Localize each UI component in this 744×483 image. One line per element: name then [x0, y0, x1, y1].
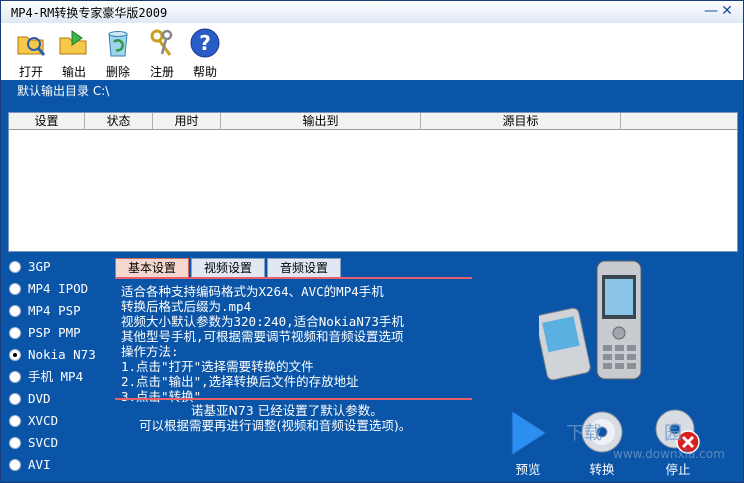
svg-text:?: ?: [199, 31, 211, 55]
watermark-url: www.downxia.com: [613, 447, 725, 461]
device-label: DVD: [28, 391, 51, 406]
close-button[interactable]: ✕: [719, 3, 735, 19]
help-label: 帮助: [192, 65, 217, 79]
column-header[interactable]: 用时: [153, 113, 221, 129]
device-label: SVCD: [28, 435, 59, 450]
toolbar: 打开 输出 删除 注册 ? 帮助: [1, 23, 743, 80]
device-option-avi[interactable]: AVI: [9, 455, 119, 475]
output-directory-text: 默认输出目录 C:\: [17, 84, 110, 98]
device-note: 诺基亚N73 已经设置了默认参数。: [191, 403, 383, 418]
open-folder-icon: [17, 36, 46, 56]
device-label: XVCD: [28, 413, 59, 428]
tab-basic-settings[interactable]: 基本设置: [115, 258, 189, 277]
info-line: 3.点击"转换": [121, 389, 202, 404]
app-window: MP4-RM转换专家豪华版2009 — ✕ 打开 输出 删除 注册 ? 帮助 默…: [0, 0, 744, 483]
divider-top: [115, 277, 472, 279]
divider-bottom: [115, 398, 472, 400]
output-directory-bar: 默认输出目录 C:\: [1, 80, 743, 112]
nokia-phone-image: [539, 260, 642, 381]
device-option-xvcd[interactable]: XVCD: [9, 411, 119, 431]
info-line: 操作方法:: [121, 344, 179, 359]
device-list: 3GP MP4 IPOD MP4 PSP PSP PMP Nokia N73 手…: [9, 257, 119, 477]
watermark-text: 下载园: [566, 423, 682, 444]
recycle-bin-icon: [108, 31, 128, 57]
device-option-3gp[interactable]: 3GP: [9, 257, 119, 277]
radio-button[interactable]: [9, 283, 21, 295]
device-option-mp4-psp[interactable]: MP4 PSP: [9, 301, 119, 321]
device-label: AVI: [28, 457, 51, 472]
device-option-phone-mp4[interactable]: 手机 MP4: [9, 367, 119, 387]
column-header[interactable]: 输出到: [221, 113, 421, 129]
radio-button-selected[interactable]: [9, 349, 21, 361]
window-title: MP4-RM转换专家豪华版2009: [11, 6, 168, 20]
device-note-detail: 可以根据需要再进行调整(视频和音频设置选项)。: [139, 418, 412, 433]
keys-icon: [150, 29, 173, 56]
info-line: 适合各种支持编码格式为X264、AVC的MP4手机: [121, 284, 384, 299]
column-header[interactable]: 源目标: [421, 113, 621, 129]
register-label: 注册: [149, 65, 174, 79]
radio-button[interactable]: [9, 459, 21, 471]
open-button[interactable]: 打开: [11, 25, 51, 79]
info-line: 1.点击"打开"选择需要转换的文件: [121, 359, 314, 374]
info-line: 转换后格式后缀为.mp4: [121, 299, 252, 314]
device-label: 3GP: [28, 259, 51, 274]
tab-video-settings[interactable]: 视频设置: [191, 258, 265, 277]
device-option-psp-pmp[interactable]: PSP PMP: [9, 323, 119, 343]
tab-audio-settings[interactable]: 音频设置: [267, 258, 341, 277]
device-label: MP4 PSP: [28, 303, 81, 318]
radio-button[interactable]: [9, 261, 21, 273]
device-label: MP4 IPOD: [28, 281, 89, 296]
info-line: 其他型号手机,可根据需要调节视频和音频设置选项: [121, 329, 404, 344]
radio-button[interactable]: [9, 393, 21, 405]
device-option-mp4-ipod[interactable]: MP4 IPOD: [9, 279, 119, 299]
radio-button[interactable]: [9, 305, 21, 317]
device-label: 手机 MP4: [28, 369, 84, 384]
output-label: 输出: [61, 65, 86, 79]
output-button[interactable]: 输出: [54, 25, 94, 79]
task-table[interactable]: 设置 状态 用时 输出到 源目标: [8, 112, 738, 252]
column-header[interactable]: 状态: [85, 113, 153, 129]
info-line: 视频大小默认参数为320:240,适合NokiaN73手机: [121, 314, 404, 329]
help-icon: ?: [190, 28, 220, 58]
radio-button[interactable]: [9, 437, 21, 449]
radio-button[interactable]: [9, 371, 21, 383]
minimize-button[interactable]: —: [703, 3, 719, 19]
preview-button[interactable]: 预览: [503, 409, 553, 477]
output-folder-icon: [59, 30, 87, 55]
device-option-nokia-n73[interactable]: Nokia N73: [9, 345, 119, 365]
play-icon: [511, 410, 547, 456]
convert-label: 转换: [589, 462, 615, 477]
open-label: 打开: [18, 65, 43, 79]
preview-label: 预览: [515, 462, 541, 477]
format-info: 适合各种支持编码格式为X264、AVC的MP4手机 转换后格式后缀为.mp4 视…: [121, 284, 404, 404]
radio-button[interactable]: [9, 327, 21, 339]
device-label: PSP PMP: [28, 325, 81, 340]
column-header[interactable]: 设置: [9, 113, 85, 129]
info-line: 2.点击"输出",选择转换后文件的存放地址: [121, 374, 359, 389]
radio-button[interactable]: [9, 415, 21, 427]
table-header: 设置 状态 用时 输出到 源目标: [9, 113, 737, 130]
device-label: Nokia N73: [28, 347, 96, 362]
delete-label: 删除: [105, 65, 130, 79]
device-option-dvd[interactable]: DVD: [9, 389, 119, 409]
delete-button[interactable]: 删除: [98, 25, 138, 79]
stop-label: 停止: [665, 462, 691, 477]
help-button[interactable]: ? 帮助: [185, 25, 225, 79]
register-button[interactable]: 注册: [142, 25, 182, 79]
title-bar: MP4-RM转换专家豪华版2009 — ✕: [1, 1, 743, 24]
device-option-svcd[interactable]: SVCD: [9, 433, 119, 453]
